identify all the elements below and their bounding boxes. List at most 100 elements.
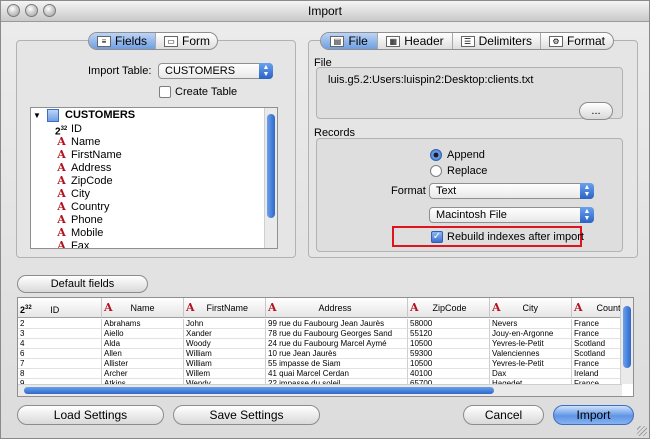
grid-cell[interactable]: Scotland — [572, 349, 622, 359]
grid-horizontal-scroll-thumb[interactable] — [24, 387, 494, 394]
tab-fields[interactable]: ≡ Fields — [89, 33, 156, 49]
grid-cell[interactable]: Valenciennes — [490, 349, 572, 359]
grid-cell[interactable]: 8 — [18, 369, 102, 379]
tab-form-label: Form — [182, 34, 211, 48]
disclosure-triangle-icon[interactable]: ▼ — [33, 111, 41, 120]
tree-field-label: Address — [71, 162, 112, 174]
import-button[interactable]: Import — [553, 405, 634, 425]
grid-cell[interactable]: Archer — [102, 369, 184, 379]
tree-field-row[interactable]: A Fax — [55, 240, 89, 249]
cancel-button[interactable]: Cancel — [463, 405, 544, 425]
column-header-id[interactable]: 232 ID — [18, 298, 102, 318]
tab-file[interactable]: ▤ File — [321, 33, 378, 49]
grid-cell[interactable]: 6 — [18, 349, 102, 359]
grid-cell[interactable]: 10 rue Jean Jaurès — [266, 349, 408, 359]
grid-cell[interactable]: William — [184, 349, 266, 359]
column-header-address[interactable]: A Address — [266, 298, 408, 318]
grid-cell[interactable]: 40100 — [408, 369, 490, 379]
resize-grip-icon[interactable] — [637, 426, 647, 436]
grid-cell[interactable]: France — [572, 359, 622, 369]
save-settings-button[interactable]: Save Settings — [173, 405, 320, 425]
grid-cell[interactable]: 99 rue du Faubourg Jean Jaurès — [266, 319, 408, 329]
column-header-zipcode[interactable]: A ZipCode — [408, 298, 490, 318]
grid-cell[interactable]: Dax — [490, 369, 572, 379]
grid-cell[interactable]: Yevres-le-Petit — [490, 359, 572, 369]
grid-cell[interactable]: Abrahams — [102, 319, 184, 329]
create-table-label: Create Table — [175, 86, 238, 98]
popup-arrows-icon: ▲ ▼ — [259, 63, 273, 79]
field-tree[interactable]: ▼ CUSTOMERS 232 ID A Name A FirstName A Addr… — [30, 107, 278, 249]
grid-cell[interactable]: Allister — [102, 359, 184, 369]
create-table-checkbox[interactable] — [159, 86, 171, 98]
grid-cell[interactable]: 41 quai Marcel Cerdan — [266, 369, 408, 379]
encoding-popup[interactable]: Macintosh File ▲ ▼ — [429, 207, 594, 223]
grid-cell[interactable]: Woody — [184, 339, 266, 349]
grid-cell[interactable]: Scotland — [572, 339, 622, 349]
grid-cell[interactable]: Allen — [102, 349, 184, 359]
tree-field-label: Phone — [71, 214, 103, 226]
grid-cell[interactable]: 58000 — [408, 319, 490, 329]
grid-cell[interactable]: Ireland — [572, 369, 622, 379]
grid-cell[interactable]: France — [572, 319, 622, 329]
text-field-icon: A — [57, 213, 66, 226]
tree-scroll-thumb[interactable] — [267, 114, 275, 218]
tree-field-label: Country — [71, 201, 110, 213]
grid-cell[interactable]: 7 — [18, 359, 102, 369]
grid-cell[interactable]: Alda — [102, 339, 184, 349]
tab-delimiters[interactable]: ☰ Delimiters — [451, 33, 540, 49]
right-tab-bar: ▤ File ▦ Header ☰ Delimiters ⚙ Format — [320, 32, 614, 50]
grid-vertical-scroll-thumb[interactable] — [623, 306, 631, 368]
grid-cell[interactable]: 55 impasse de Siam — [266, 359, 408, 369]
replace-radio[interactable] — [430, 165, 442, 177]
grid-cell[interactable]: 24 rue du Faubourg Marcel Aymé — [266, 339, 408, 349]
text-field-icon: A — [57, 200, 66, 213]
grid-cell[interactable]: 10500 — [408, 359, 490, 369]
grid-cell[interactable]: Xander — [184, 329, 266, 339]
grid-cell[interactable]: William — [184, 359, 266, 369]
text-field-icon: A — [410, 301, 419, 314]
grid-cell[interactable]: 2 — [18, 319, 102, 329]
rebuild-indexes-checkbox[interactable]: ✓ — [431, 231, 443, 243]
column-header-name[interactable]: A Name — [102, 298, 184, 318]
tab-format[interactable]: ⚙ Format — [539, 33, 613, 49]
tab-header[interactable]: ▦ Header — [377, 33, 451, 49]
text-field-icon: A — [57, 135, 66, 148]
column-header-city[interactable]: A City — [490, 298, 572, 318]
grid-cell[interactable]: Aiello — [102, 329, 184, 339]
preview-grid[interactable]: 232 ID A Name A FirstName A Address A Zi… — [17, 297, 634, 397]
grid-cell[interactable]: 3 — [18, 329, 102, 339]
grid-cell[interactable]: 55120 — [408, 329, 490, 339]
grid-cell[interactable]: John — [184, 319, 266, 329]
grid-vertical-scrollbar[interactable] — [620, 298, 633, 384]
grid-cell[interactable]: France — [572, 329, 622, 339]
grid-cell[interactable]: 10500 — [408, 339, 490, 349]
text-field-icon: A — [57, 187, 66, 200]
default-fields-button[interactable]: Default fields — [17, 275, 148, 293]
encoding-value: Macintosh File — [436, 209, 507, 221]
title-bar[interactable]: Import — [1, 1, 649, 22]
column-header-country[interactable]: A Country — [572, 298, 622, 318]
append-radio[interactable] — [430, 149, 442, 161]
format-popup[interactable]: Text ▲ ▼ — [429, 183, 594, 199]
import-table-value: CUSTOMERS — [165, 65, 236, 77]
grid-cell[interactable]: Jouy-en-Argonne — [490, 329, 572, 339]
browse-button[interactable]: ... — [579, 102, 613, 120]
grid-cell[interactable]: 78 rue du Faubourg Georges Sand — [266, 329, 408, 339]
import-table-popup[interactable]: CUSTOMERS ▲ ▼ — [158, 63, 273, 79]
grid-cell[interactable]: Willem — [184, 369, 266, 379]
tab-form[interactable]: ▭ Form — [155, 33, 217, 49]
column-header-firstname[interactable]: A FirstName — [184, 298, 266, 318]
grid-cell[interactable]: Nevers — [490, 319, 572, 329]
grid-cell[interactable]: 59300 — [408, 349, 490, 359]
text-field-icon: A — [104, 301, 113, 314]
tree-scrollbar[interactable] — [264, 108, 277, 248]
load-settings-button[interactable]: Load Settings — [17, 405, 164, 425]
header-icon: ▦ — [386, 35, 401, 47]
grid-horizontal-scrollbar[interactable] — [18, 384, 622, 396]
tree-root[interactable]: ▼ CUSTOMERS — [33, 109, 135, 122]
column-header-label: ID — [50, 305, 60, 315]
text-field-icon: A — [574, 301, 583, 314]
grid-cell[interactable]: 4 — [18, 339, 102, 349]
grid-cell[interactable]: Yevres-le-Petit — [490, 339, 572, 349]
format-icon: ⚙ — [548, 35, 563, 47]
